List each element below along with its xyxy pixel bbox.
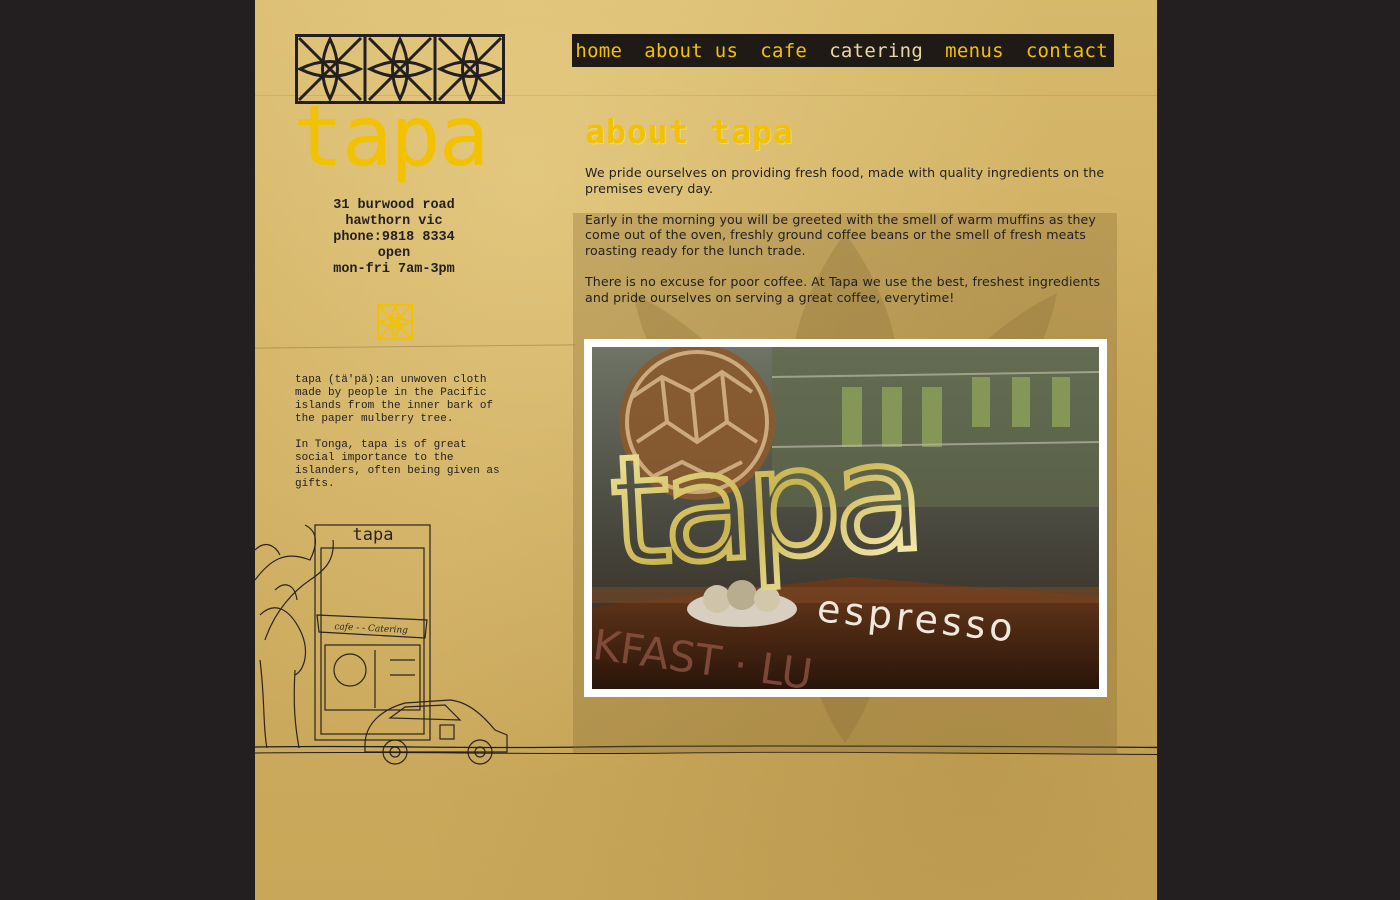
nav-about-us[interactable]: about us xyxy=(644,40,738,62)
address-line: 31 burwood road xyxy=(333,198,455,213)
page-title: about tapa xyxy=(585,112,794,151)
tapa-definition: tapa (tä'pä):an unwoven cloth made by pe… xyxy=(295,374,500,504)
open-label: open xyxy=(377,246,411,261)
photo-sign-word: tapa xyxy=(607,410,922,600)
sketch-sign-text: tapa xyxy=(353,525,394,545)
nav-contact[interactable]: contact xyxy=(1026,40,1108,62)
tapa-motif-icon xyxy=(377,304,413,340)
nav-cafe[interactable]: cafe xyxy=(760,40,807,62)
main-navigation: home about us cafe catering menus contac… xyxy=(572,34,1114,67)
about-paragraph: We pride ourselves on providing fresh fo… xyxy=(585,165,1105,196)
definition-paragraph: In Tonga, tapa is of great social import… xyxy=(295,439,500,490)
hours-line: mon-fri 7am-3pm xyxy=(333,262,455,277)
about-paragraph: Early in the morning you will be greeted… xyxy=(585,211,1096,258)
tapa-logo-wordmark[interactable]: tapa xyxy=(293,94,489,178)
about-paragraph: There is no excuse for poor coffee. At T… xyxy=(585,274,1101,305)
about-body-text: We pride ourselves on providing fresh fo… xyxy=(585,165,1115,321)
nav-menus[interactable]: menus xyxy=(945,40,1004,62)
cafe-photo-frame: tapa espresso KFAST · LU xyxy=(584,339,1107,697)
contact-details: 31 burwood road hawthorn vic phone:9818 … xyxy=(310,198,478,278)
cafe-window-photo: tapa espresso KFAST · LU xyxy=(592,347,1099,689)
nav-home[interactable]: home xyxy=(575,40,622,62)
phone-line: phone:9818 8334 xyxy=(333,230,455,245)
paper-crease xyxy=(255,344,575,349)
definition-paragraph: tapa (tä'pä):an unwoven cloth made by pe… xyxy=(295,374,494,425)
nav-catering[interactable]: catering xyxy=(829,40,923,62)
suburb-line: hawthorn vic xyxy=(345,214,443,229)
paper-background: tapa 31 burwood road hawthorn vic phone:… xyxy=(255,0,1157,900)
